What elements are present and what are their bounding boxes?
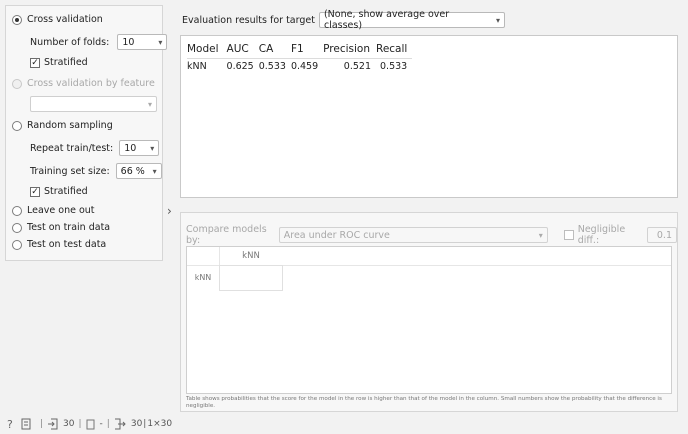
chevron-down-icon: ▾: [158, 37, 163, 47]
test-on-test-option[interactable]: Test on test data: [12, 239, 106, 250]
precision-cell: 0.521: [343, 61, 371, 72]
target-combo[interactable]: (None, show average over classes) ▾: [318, 9, 505, 31]
cv-by-feature-option[interactable]: Cross validation by feature: [12, 78, 155, 89]
repeat-combo[interactable]: 10 ▾: [119, 140, 160, 156]
negligible-label: Negligible diff.:: [577, 224, 626, 246]
cv-feature-row: ▾: [30, 96, 157, 112]
random-sampling-radio[interactable]: [12, 120, 22, 131]
test-on-train-option[interactable]: Test on train data: [12, 222, 110, 233]
help-icon[interactable]: ?: [7, 418, 16, 430]
leave-one-out-radio[interactable]: [12, 205, 22, 216]
evaluation-header: Evaluation results for target (None, sho…: [182, 9, 505, 31]
training-size-value: 66 %: [120, 165, 145, 177]
output-count: 30: [130, 419, 143, 429]
input-data-icon[interactable]: [47, 418, 58, 430]
column-header[interactable]: CA: [259, 42, 291, 59]
folds-value: 10: [122, 36, 135, 48]
svg-text:?: ?: [7, 418, 13, 430]
compare-metric-value: Area under ROC curve: [283, 229, 390, 241]
training-size-label: Training set size:: [30, 165, 110, 177]
folds-combo[interactable]: 10 ▾: [117, 34, 168, 50]
data-icon: [86, 419, 95, 430]
evaluation-results-table: Model AUC CA F1 Precision Recall kNN 0.6…: [180, 35, 678, 198]
compare-row: Compare models by: Area under ROC curve …: [186, 224, 677, 246]
folds-row: Number of folds: 10 ▾: [30, 34, 168, 50]
leave-one-out-label: Leave one out: [27, 205, 95, 216]
target-label: Evaluation results for target: [182, 14, 315, 26]
column-header[interactable]: Precision: [323, 42, 376, 59]
compare-models-box: Compare models by: Area under ROC curve …: [180, 212, 678, 412]
middle-count: -: [99, 419, 103, 429]
repeat-row: Repeat train/test: 10 ▾: [30, 140, 160, 156]
compare-metric-combo[interactable]: Area under ROC curve ▾: [278, 227, 548, 243]
negligible-value: 0.1: [656, 229, 672, 241]
compare-note: Table shows probabilities that the score…: [186, 396, 662, 409]
stratified2-option[interactable]: ✓ Stratified: [30, 186, 88, 197]
cross-validation-radio[interactable]: [12, 14, 22, 25]
ca-cell: 0.533: [258, 61, 286, 72]
leave-one-out-option[interactable]: Leave one out: [12, 205, 95, 216]
stratified-option[interactable]: ✓ Stratified: [30, 57, 88, 68]
chevron-down-icon: ▾: [147, 99, 152, 109]
matrix-column-header: kNN: [242, 251, 260, 261]
model-cell: kNN: [187, 61, 207, 72]
status-separator: |: [40, 419, 44, 429]
compare-label: Compare models by:: [186, 224, 267, 246]
chevron-down-icon: ▾: [495, 15, 500, 25]
stratified-checkbox[interactable]: ✓: [30, 57, 40, 68]
column-header[interactable]: Recall: [376, 42, 412, 59]
cross-validation-option[interactable]: Cross validation: [12, 14, 103, 25]
report-icon[interactable]: [21, 418, 31, 430]
random-sampling-option[interactable]: Random sampling: [12, 120, 113, 131]
status-separator: |: [106, 419, 110, 429]
test-on-train-radio[interactable]: [12, 222, 22, 233]
auc-cell: 0.625: [226, 61, 254, 72]
stratified2-checkbox[interactable]: ✓: [30, 186, 40, 197]
repeat-value: 10: [124, 142, 137, 154]
matrix-row-header: kNN: [194, 273, 212, 282]
status-separator: |: [143, 419, 147, 429]
sampling-panel: Cross validation Number of folds: 10 ▾ ✓…: [5, 5, 168, 261]
recall-cell: 0.533: [380, 61, 408, 72]
splitter-arrow-icon[interactable]: ›: [167, 204, 172, 218]
output-dims: 1×30: [147, 419, 173, 429]
training-size-row: Training set size: 66 % ▾: [30, 163, 162, 179]
column-header[interactable]: AUC: [227, 42, 259, 59]
matrix-cell: [219, 265, 283, 291]
random-sampling-label: Random sampling: [27, 120, 113, 131]
repeat-label: Repeat train/test:: [30, 142, 114, 154]
negligible-spinbox[interactable]: 0.1: [647, 227, 677, 243]
table-header-row: Model AUC CA F1 Precision Recall: [187, 42, 413, 59]
stratified2-label: Stratified: [44, 186, 88, 197]
status-separator: |: [78, 419, 82, 429]
test-on-train-label: Test on train data: [27, 222, 111, 233]
f1-cell: 0.459: [290, 61, 319, 72]
test-on-test-radio[interactable]: [12, 239, 22, 250]
negligible-checkbox[interactable]: [563, 230, 574, 240]
folds-label: Number of folds:: [30, 36, 110, 48]
column-header[interactable]: Model: [187, 42, 227, 59]
cv-by-feature-radio[interactable]: [12, 78, 22, 89]
column-header[interactable]: F1: [291, 42, 323, 59]
status-bar: ? | 30 | - | 30 | 1×30: [0, 414, 688, 434]
cv-feature-combo[interactable]: ▾: [30, 96, 157, 112]
chevron-down-icon: ▾: [538, 230, 543, 240]
stratified-label: Stratified: [44, 57, 88, 68]
test-on-test-label: Test on test data: [27, 239, 107, 250]
output-data-icon[interactable]: [114, 418, 126, 430]
target-value: (None, show average over classes): [323, 9, 450, 31]
table-row[interactable]: kNN 0.625 0.533 0.459 0.521 0.533: [187, 59, 412, 72]
training-size-combo[interactable]: 66 % ▾: [115, 163, 162, 179]
cross-validation-label: Cross validation: [27, 14, 103, 25]
chevron-down-icon: ▾: [152, 166, 157, 176]
chevron-down-icon: ▾: [150, 143, 155, 153]
comparison-matrix: kNN kNN: [186, 246, 672, 394]
cv-by-feature-label: Cross validation by feature: [27, 78, 155, 89]
input-count: 30: [63, 419, 75, 429]
